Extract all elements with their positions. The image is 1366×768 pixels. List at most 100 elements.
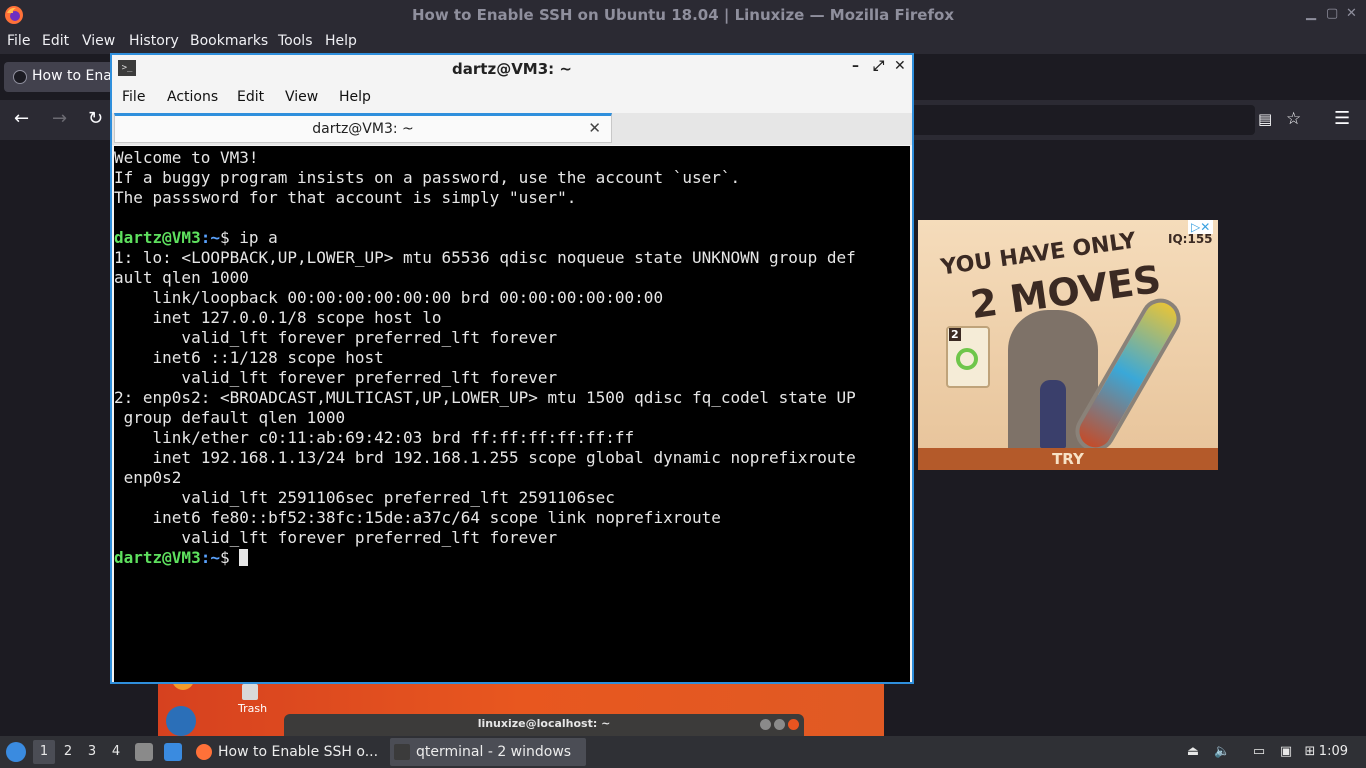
prompt-user: dartz@VM3	[114, 548, 201, 567]
close-icon[interactable]: ✕	[894, 58, 906, 74]
menu-file[interactable]: File	[7, 33, 30, 49]
output-line: link/ether c0:11:ab:69:42:03 brd ff:ff:f…	[114, 428, 635, 447]
background-terminal-title: linuxize@localhost: ~	[477, 717, 611, 730]
maximize-icon[interactable]	[774, 719, 785, 730]
advertisement[interactable]: YOU HAVE ONLY 2 MOVES IQ:155 ▷✕ 2 TRY	[918, 220, 1218, 470]
ring-icon	[956, 348, 978, 370]
url-bar[interactable]: ▤ ☆	[900, 105, 1301, 135]
firefox-window-title: How to Enable SSH on Ubuntu 18.04 | Linu…	[411, 6, 954, 24]
output-line: group default qlen 1000	[114, 408, 346, 427]
close-icon[interactable]: ✕	[1346, 6, 1357, 21]
tab-close-icon[interactable]: ✕	[588, 119, 601, 137]
output-line: inet 127.0.0.1/8 scope host lo	[114, 308, 442, 327]
minimize-icon[interactable]	[760, 719, 771, 730]
forward-icon[interactable]: →	[52, 108, 67, 129]
minimize-icon[interactable]: –	[852, 58, 859, 74]
prompt-path: :~	[200, 548, 220, 567]
show-desktop-icon[interactable]	[164, 743, 182, 761]
ad-card: 2	[946, 326, 990, 388]
ad-choices-icon[interactable]: ▷✕	[1188, 220, 1214, 234]
menu-history[interactable]: History	[129, 33, 179, 49]
thunderbird-desktop-icon[interactable]	[166, 706, 196, 736]
menu-help[interactable]: Help	[325, 33, 357, 49]
background-terminal-window[interactable]: linuxize@localhost: ~	[284, 714, 804, 736]
firefox-menubar: File Edit View History Bookmarks Tools H…	[0, 30, 1366, 54]
trash-icon[interactable]	[242, 684, 258, 700]
clipboard-icon[interactable]: ▭	[1251, 744, 1267, 760]
qterminal-titlebar: >_ dartz@VM3: ~ – ⤢ ✕	[112, 55, 912, 83]
firefox-icon	[196, 744, 212, 760]
output-line: inet6 fe80::bf52:38fc:15de:a37c/64 scope…	[114, 508, 721, 527]
network-icon[interactable]: ⊞	[1302, 744, 1318, 760]
prompt-symbol: $	[219, 548, 240, 567]
qterminal-tabbar: dartz@VM3: ~ ✕	[112, 113, 912, 145]
output-line: valid_lft forever preferred_lft forever	[114, 368, 558, 387]
hamburger-menu-icon[interactable]: ☰	[1334, 108, 1350, 129]
bookmark-star-icon[interactable]: ☆	[1286, 109, 1301, 129]
menu-view[interactable]: View	[82, 33, 115, 49]
text-cursor	[239, 549, 249, 566]
qt-menu-view[interactable]: View	[285, 89, 318, 105]
output-line: valid_lft 2591106sec preferred_lft 25911…	[114, 488, 615, 507]
workspace-2[interactable]: 2	[57, 744, 79, 759]
menu-tools[interactable]: Tools	[278, 33, 313, 49]
trash-label: Trash	[238, 702, 268, 715]
task-firefox-label: How to Enable SSH o...	[218, 744, 379, 760]
back-icon[interactable]: ←	[14, 108, 29, 129]
qterminal-window: >_ dartz@VM3: ~ – ⤢ ✕ File Actions Edit …	[110, 53, 914, 684]
maximize-icon[interactable]: ⤢	[873, 58, 884, 74]
terminal-text: Welcome to VM3! If a buggy program insis…	[114, 148, 856, 568]
command-text: ip a	[239, 228, 278, 247]
desktop-background: Trash linuxize@localhost: ~	[158, 678, 884, 736]
reload-icon[interactable]: ↻	[88, 108, 103, 129]
qterminal-menubar: File Actions Edit View Help	[112, 83, 912, 113]
minimize-icon[interactable]: ▁	[1306, 6, 1316, 21]
firefox-titlebar: How to Enable SSH on Ubuntu 18.04 | Linu…	[0, 0, 1366, 30]
site-favicon-icon	[13, 70, 27, 84]
terminal-tab[interactable]: dartz@VM3: ~ ✕	[114, 113, 612, 143]
ad-try-button[interactable]: TRY	[918, 450, 1218, 468]
task-firefox[interactable]: How to Enable SSH o...	[192, 738, 384, 766]
welcome-line: The passsword for that account is simply…	[114, 188, 577, 207]
reader-view-icon[interactable]: ▤	[1258, 110, 1272, 128]
menu-bookmarks[interactable]: Bookmarks	[190, 33, 268, 49]
prompt-path: :~	[200, 228, 220, 247]
qterminal-window-title: dartz@VM3: ~	[452, 60, 572, 78]
output-line: link/loopback 00:00:00:00:00:00 brd 00:0…	[114, 288, 664, 307]
qt-menu-help[interactable]: Help	[339, 89, 371, 105]
output-line: inet6 ::1/128 scope host	[114, 348, 384, 367]
prompt-symbol: $	[219, 228, 240, 247]
output-line: inet 192.168.1.13/24 brd 192.168.1.255 s…	[114, 448, 856, 467]
ad-card-number: 2	[949, 328, 961, 341]
workspace-1[interactable]: 1	[33, 740, 55, 764]
lxqt-start-icon[interactable]	[6, 742, 26, 762]
qt-menu-actions[interactable]: Actions	[167, 89, 218, 105]
close-icon[interactable]	[788, 719, 799, 730]
task-qterminal-label: qterminal - 2 windows	[416, 744, 572, 760]
taskbar: 1 2 3 4 How to Enable SSH o... qterminal…	[0, 736, 1366, 768]
screen-icon[interactable]: ▣	[1278, 744, 1294, 760]
ad-hero-illustration	[1040, 380, 1066, 448]
output-line: valid_lft forever preferred_lft forever	[114, 528, 558, 547]
welcome-line: Welcome to VM3!	[114, 148, 259, 167]
workspace-4[interactable]: 4	[105, 744, 127, 759]
output-line: 2: enp0s2: <BROADCAST,MULTICAST,UP,LOWER…	[114, 388, 856, 407]
qt-menu-edit[interactable]: Edit	[237, 89, 264, 105]
eject-icon[interactable]: ⏏	[1185, 744, 1201, 760]
volume-icon[interactable]: 🔈	[1214, 744, 1230, 760]
qt-menu-file[interactable]: File	[122, 89, 145, 105]
welcome-line: If a buggy program insists on a password…	[114, 168, 741, 187]
terminal-output[interactable]: Welcome to VM3! If a buggy program insis…	[114, 146, 910, 682]
file-manager-icon[interactable]	[135, 743, 153, 761]
clock: 1:09	[1318, 744, 1348, 759]
output-line: 1: lo: <LOOPBACK,UP,LOWER_UP> mtu 65536 …	[114, 248, 856, 267]
task-qterminal[interactable]: qterminal - 2 windows	[390, 738, 586, 766]
maximize-icon[interactable]: ▢	[1326, 6, 1338, 21]
output-line: ault qlen 1000	[114, 268, 249, 287]
output-line: valid_lft forever preferred_lft forever	[114, 328, 558, 347]
prompt-user: dartz@VM3	[114, 228, 201, 247]
terminal-icon	[394, 744, 410, 760]
menu-edit[interactable]: Edit	[42, 33, 69, 49]
workspace-3[interactable]: 3	[81, 744, 103, 759]
ad-iq-label: IQ:155	[1168, 232, 1213, 246]
